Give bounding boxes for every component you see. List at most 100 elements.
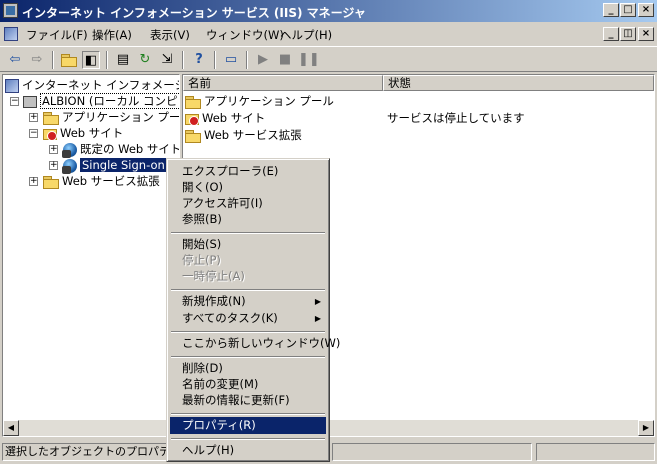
collapse-icon[interactable]: − — [10, 97, 19, 106]
back-icon[interactable]: ⇦ — [6, 51, 24, 69]
toolbar-separator — [214, 51, 216, 69]
tree-web-ext[interactable]: Web サービス拡張 — [43, 173, 160, 189]
tree-default-site-label: 既定の Web サイト — [80, 142, 180, 156]
properties-icon[interactable]: ▤ — [114, 51, 132, 69]
window-title: インターネット インフォメーション サービス (IIS) マネージャ — [22, 6, 366, 20]
list-item[interactable]: Web サービス拡張 — [185, 127, 302, 143]
tree-web-sites[interactable]: Web サイト — [43, 125, 123, 141]
ctx-new-label: 新規作成(N) — [182, 294, 246, 308]
list-item[interactable]: Web サイト — [185, 110, 265, 126]
ctx-separator — [171, 331, 325, 333]
status-pane-2 — [332, 443, 532, 461]
column-header-status[interactable]: 状態 — [383, 75, 654, 91]
child-restore-button[interactable]: ◫ — [620, 27, 636, 41]
ctx-browse[interactable]: 参照(B) — [170, 211, 326, 228]
ctx-all-tasks-label: すべてのタスク(K) — [182, 311, 278, 325]
ctx-new-window[interactable]: ここから新しいウィンドウ(W) — [170, 335, 340, 352]
forward-icon[interactable]: ⇨ — [28, 51, 46, 69]
ctx-separator — [171, 438, 325, 440]
refresh-icon[interactable]: ↻ — [136, 51, 154, 69]
tree-server-label: ALBION (ローカル コンピュ — [40, 93, 179, 109]
expand-icon[interactable]: + — [29, 113, 38, 122]
ctx-separator — [171, 289, 325, 291]
ctx-refresh[interactable]: 最新の情報に更新(F) — [170, 392, 326, 409]
globe-icon — [62, 142, 77, 158]
list-item-status: サービスは停止しています — [387, 111, 525, 125]
tree-web-ext-label: Web サービス拡張 — [62, 174, 160, 188]
globe-icon — [62, 158, 77, 174]
computer-icon[interactable]: ▭ — [222, 51, 240, 69]
list-item-name: アプリケーション プール — [204, 94, 334, 108]
tree-root-label: インターネット インフォメーション — [22, 78, 179, 92]
expand-icon[interactable]: + — [29, 177, 38, 186]
tree-app-pools-label: アプリケーション プール — [62, 110, 180, 124]
ctx-start[interactable]: 開始(S) — [170, 236, 326, 253]
ctx-all-tasks[interactable]: すべてのタスク(K) ▶ — [170, 310, 326, 327]
tree-root[interactable]: インターネット インフォメーション — [5, 77, 179, 93]
ctx-help[interactable]: ヘルプ(H) — [170, 442, 326, 459]
list-item-name: Web サービス拡張 — [204, 128, 302, 142]
ctx-separator — [171, 413, 325, 415]
iis-root-icon — [5, 78, 19, 93]
toolbar-separator — [182, 51, 184, 69]
menu-help[interactable]: ヘルプ(H) — [280, 27, 332, 43]
menu-window[interactable]: ウィンドウ(W) — [206, 27, 284, 43]
tree-app-pools[interactable]: アプリケーション プール — [43, 109, 180, 125]
start-icon[interactable]: ▶ — [254, 51, 272, 69]
list-item-name: Web サイト — [202, 111, 266, 125]
ctx-properties[interactable]: プロパティ(R) — [170, 417, 326, 434]
folder-icon — [185, 95, 201, 109]
show-tree-icon[interactable]: ◧ — [82, 51, 100, 69]
child-minimize-button[interactable]: _ — [603, 27, 619, 41]
tree-hscrollbar[interactable]: ◀ — [3, 420, 179, 436]
maximize-button[interactable]: □ — [620, 3, 636, 17]
toolbar-separator — [246, 51, 248, 69]
tree-server[interactable]: ALBION (ローカル コンピュ — [23, 93, 179, 109]
list-item[interactable]: アプリケーション プール — [185, 93, 334, 109]
menu-bar: ファイル(F) 操作(A) 表示(V) ウィンドウ(W) ヘルプ(H) — [0, 23, 657, 45]
web-sites-stopped-icon — [185, 112, 199, 126]
expand-icon[interactable]: + — [49, 145, 58, 154]
ctx-permissions[interactable]: アクセス許可(I) — [170, 195, 326, 212]
ctx-stop: 停止(P) — [182, 253, 221, 267]
status-pane-3 — [536, 443, 655, 461]
tree-sso-site[interactable]: Single Sign-on W — [62, 157, 179, 174]
submenu-arrow-icon: ▶ — [314, 314, 321, 323]
child-close-button[interactable]: × — [638, 27, 654, 41]
tree-default-site[interactable]: 既定の Web サイト — [62, 141, 180, 158]
web-sites-stopped-icon — [43, 127, 57, 141]
menu-view[interactable]: 表示(V) — [150, 27, 190, 43]
ctx-explore[interactable]: エクスプローラ(E) — [170, 163, 326, 180]
stop-icon[interactable]: ■ — [276, 51, 294, 69]
submenu-arrow-icon: ▶ — [314, 297, 321, 306]
menu-action[interactable]: 操作(A) — [92, 27, 132, 43]
collapse-icon[interactable]: − — [29, 129, 38, 138]
title-bar: インターネット インフォメーション サービス (IIS) マネージャ _ □ × — [0, 0, 657, 22]
minimize-button[interactable]: _ — [603, 3, 619, 17]
ctx-new[interactable]: 新規作成(N) ▶ — [170, 293, 326, 310]
folder-icon — [185, 129, 201, 143]
mmc-icon[interactable] — [4, 27, 18, 41]
scroll-left-icon[interactable]: ◀ — [3, 420, 19, 436]
ctx-open[interactable]: 開く(O) — [170, 179, 326, 196]
ctx-separator — [171, 356, 325, 358]
context-menu: エクスプローラ(E) 開く(O) アクセス許可(I) 参照(B) 開始(S) 停… — [166, 158, 340, 462]
close-button[interactable]: × — [638, 3, 654, 17]
pause-icon[interactable]: ❚❚ — [298, 51, 320, 69]
toolbar-separator — [106, 51, 108, 69]
ctx-rename[interactable]: 名前の変更(M) — [170, 376, 326, 393]
column-header-name[interactable]: 名前 — [183, 75, 383, 91]
export-list-icon[interactable]: ⇲ — [158, 51, 176, 69]
toolbar: ⇦ ⇨ ◧ ▤ ↻ ⇲ ? ▭ ▶ ■ ❚❚ — [0, 46, 657, 72]
expand-icon[interactable]: + — [49, 161, 58, 170]
scroll-right-icon[interactable]: ▶ — [638, 420, 654, 436]
app-icon[interactable] — [3, 3, 18, 18]
computer-icon — [23, 95, 37, 108]
tree-web-sites-label: Web サイト — [60, 126, 124, 140]
ctx-separator — [171, 232, 325, 234]
menu-file[interactable]: ファイル(F) — [26, 27, 88, 43]
ctx-delete[interactable]: 削除(D) — [170, 360, 326, 377]
help-icon[interactable]: ? — [190, 51, 208, 69]
up-folder-icon[interactable] — [60, 51, 78, 69]
tree-pane[interactable]: インターネット インフォメーション − ALBION (ローカル コンピュ + … — [2, 74, 180, 437]
